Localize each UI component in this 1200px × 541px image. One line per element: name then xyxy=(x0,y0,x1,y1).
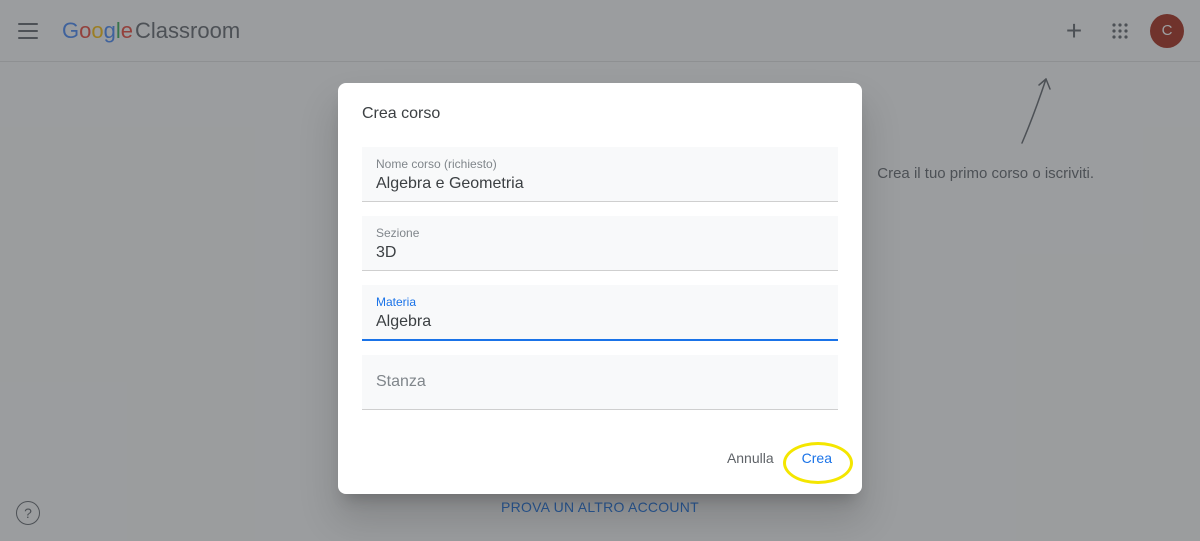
dialog-title: Crea corso xyxy=(338,83,862,141)
class-name-label: Nome corso (richiesto) xyxy=(376,157,824,171)
subject-field[interactable]: Materia xyxy=(362,285,838,341)
room-field[interactable] xyxy=(362,355,838,410)
subject-input[interactable] xyxy=(376,313,824,331)
dialog-actions: Annulla Crea xyxy=(338,424,862,486)
subject-label: Materia xyxy=(376,295,824,309)
class-name-field[interactable]: Nome corso (richiesto) xyxy=(362,147,838,202)
class-name-input[interactable] xyxy=(376,175,824,193)
cancel-button[interactable]: Annulla xyxy=(717,442,784,474)
create-button[interactable]: Crea xyxy=(792,442,842,474)
create-class-dialog: Crea corso Nome corso (richiesto) Sezion… xyxy=(338,83,862,494)
section-label: Sezione xyxy=(376,226,824,240)
section-field[interactable]: Sezione xyxy=(362,216,838,271)
room-input[interactable] xyxy=(376,373,824,391)
section-input[interactable] xyxy=(376,244,824,262)
